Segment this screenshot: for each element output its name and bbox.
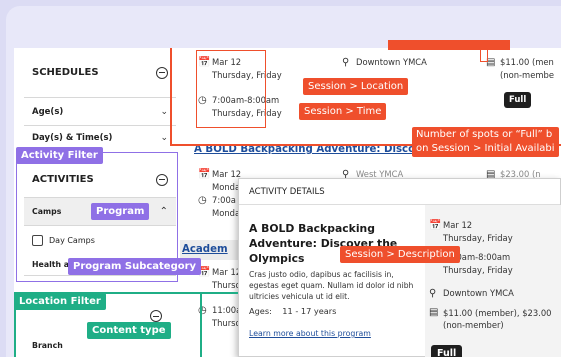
collapse-icon[interactable] <box>156 66 168 79</box>
modal-ages-value: 11 - 17 years <box>282 306 337 316</box>
chevron-down-icon: ⌄ <box>160 133 168 143</box>
session3-title-link[interactable]: Academ <box>182 244 228 255</box>
annotation-content-type: Content type <box>87 322 171 339</box>
location-filter-line <box>200 292 202 357</box>
modal-description: Cras justo odio, dapibus ac facilisis in… <box>249 270 414 301</box>
collapse-icon[interactable] <box>150 310 162 322</box>
money-icon: ▤ <box>486 57 496 68</box>
filter-days-times-label: Day(s) & Time(s) <box>32 133 113 143</box>
location-pin-icon: ⚲ <box>429 288 437 299</box>
annotation-program: Program <box>91 203 150 220</box>
session1-price-block: ▤ $11.00 (men (non-membe <box>486 56 554 81</box>
modal-session-info: 📅Mar 12 Thursday, Friday ◷7:00am-8:00am … <box>425 205 561 357</box>
session2-title-link[interactable]: A BOLD Backpacking Adventure: Disco <box>194 144 415 155</box>
session3-time-days: Thursd <box>212 318 241 328</box>
calendar-icon: 📅 <box>198 169 211 180</box>
annotation-program-subcategory: Program Subcategory <box>68 258 202 275</box>
annotation-location-filter: Location Filter <box>14 293 106 310</box>
learn-more-link[interactable]: Learn more about this program <box>249 329 371 338</box>
modal-header: ACTIVITY DETAILS <box>239 179 560 205</box>
modal-location-block: ⚲ Downtown YMCA <box>429 287 514 300</box>
annotation-activity-filter: Activity Filter <box>16 147 103 164</box>
session3-time-block: ◷ 11:00a Thursd <box>198 304 241 329</box>
activity-details-modal: ACTIVITY DETAILS A BOLD Backpacking Adve… <box>238 178 561 357</box>
modal-price: $11.00 (member), $23.00 (non-member) <box>443 308 552 330</box>
session-highlight-box <box>196 50 266 128</box>
session1-full-badge: Full <box>504 92 532 108</box>
modal-date: Mar 12 <box>443 220 473 230</box>
modal-full-badge: Full <box>431 345 463 357</box>
filter-branch-label: Branch <box>32 341 63 350</box>
session1-location: Downtown YMCA <box>356 57 427 67</box>
red-tag-fragment <box>388 40 510 50</box>
chevron-down-icon: ⌄ <box>160 106 168 117</box>
modal-time-days: Thursday, Friday <box>443 265 513 275</box>
filter-ages[interactable]: Age(s) ⌄ <box>24 98 176 126</box>
session3-days: Thursd <box>212 280 241 290</box>
annotation-spots-full-line1: Number of spots or “Full” b <box>416 129 553 140</box>
annotation-session-time: Session > Time <box>299 103 387 120</box>
session3-time: 11:00a <box>212 305 242 315</box>
modal-location: Downtown YMCA <box>443 288 514 298</box>
session1-price2: (non-membe <box>500 70 554 80</box>
price-highlight-box <box>480 50 488 62</box>
session3-date: Mar 12 <box>212 267 242 277</box>
annotation-spots-full: Number of spots or “Full” b on Session >… <box>412 127 559 157</box>
filter-schedules-title: SCHEDULES <box>32 67 99 78</box>
modal-date-block: 📅 Mar 12 Thursday, Friday <box>429 219 513 244</box>
red-bracket-line <box>170 48 172 145</box>
session2-time: 7:00a <box>212 195 236 205</box>
session2-date: Mar 12 <box>212 169 242 179</box>
clock-icon: ◷ <box>198 195 207 206</box>
filter-ages-label: Age(s) <box>32 106 64 117</box>
modal-ages-label: Ages: <box>249 306 272 316</box>
modal-ages: Ages: 11 - 17 years <box>249 306 336 316</box>
annotation-session-location: Session > Location <box>303 78 409 95</box>
location-pin-icon: ⚲ <box>342 57 350 68</box>
annotation-session-description: Session > Description <box>340 246 460 263</box>
annotation-spots-full-line2: on Session > Initial Availabi <box>416 143 555 154</box>
modal-price-block: ▤ $11.00 (member), $23.00 (non-member) <box>429 307 559 331</box>
session1-location-block: ⚲ Downtown YMCA <box>342 56 427 69</box>
calendar-icon: 📅 <box>429 220 442 231</box>
money-icon: ▤ <box>429 307 439 318</box>
modal-days: Thursday, Friday <box>443 233 513 243</box>
session1-price: $11.00 (men <box>500 57 554 67</box>
filter-schedules-header[interactable]: SCHEDULES <box>24 48 176 98</box>
